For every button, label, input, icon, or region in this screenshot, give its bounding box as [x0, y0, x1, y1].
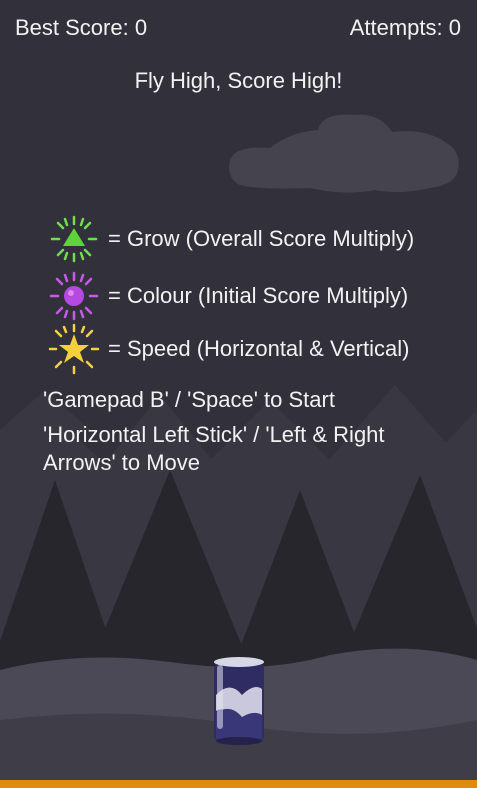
- speed-powerup-icon: [48, 323, 100, 375]
- legend-text-speed: = Speed (Horizontal & Vertical): [108, 336, 410, 361]
- colour-powerup-icon: [49, 271, 99, 321]
- move-instruction: 'Horizontal Left Stick' / 'Left & Right …: [43, 422, 385, 475]
- ground-bar: [0, 780, 477, 788]
- grow-powerup-icon: [50, 215, 98, 263]
- tagline: Fly High, Score High!: [134, 68, 343, 93]
- legend-row-grow: = Grow (Overall Score Multiply): [48, 214, 414, 264]
- attempts-counter: Attempts: 0: [349, 15, 461, 40]
- legend-text-grow: = Grow (Overall Score Multiply): [108, 226, 415, 251]
- legend-text-colour: = Colour (Initial Score Multiply): [108, 283, 409, 308]
- start-instruction: 'Gamepad B' / 'Space' to Start: [43, 387, 335, 412]
- player-jar: [214, 657, 264, 745]
- legend-row-speed: = Speed (Horizontal & Vertical): [48, 323, 410, 375]
- best-score: Best Score: 0: [15, 15, 148, 40]
- legend-row-colour: = Colour (Initial Score Multiply): [48, 271, 408, 321]
